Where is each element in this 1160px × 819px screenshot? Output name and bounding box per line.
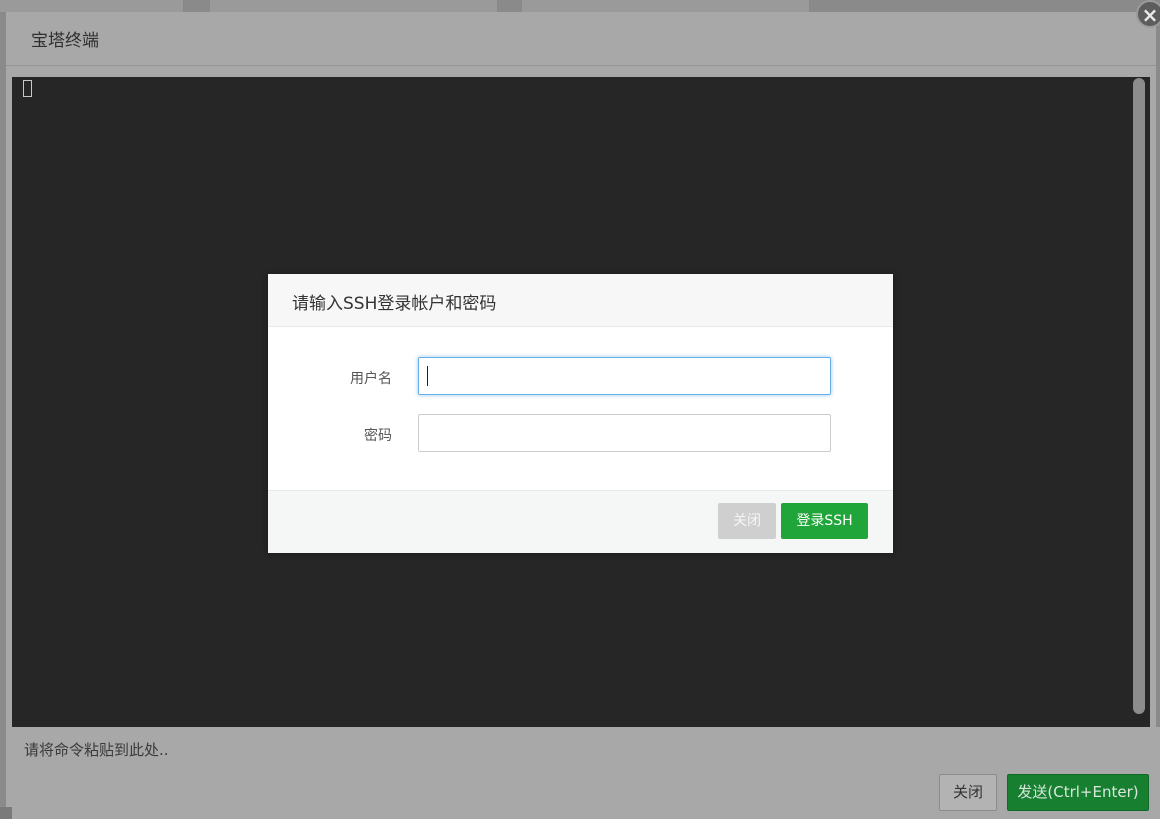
terminal-scrollbar[interactable] — [1133, 78, 1145, 714]
username-input[interactable] — [418, 357, 831, 395]
terminal-cursor — [23, 80, 32, 97]
username-label: 用户名 — [350, 371, 392, 387]
background-strip — [522, 0, 810, 12]
dialog-title: 请输入SSH登录帐户和密码 — [292, 294, 497, 314]
command-input-area[interactable]: 请将命令粘贴到此处.. 关闭 发送(Ctrl+Enter) — [12, 727, 1160, 819]
text-caret — [427, 366, 428, 386]
command-input-placeholder[interactable]: 请将命令粘贴到此处.. — [24, 739, 169, 760]
background-strip — [210, 0, 498, 12]
terminal-title: 宝塔终端 — [31, 31, 99, 51]
terminal-title-bar[interactable]: 宝塔终端 — [6, 12, 1156, 66]
dialog-header: 请输入SSH登录帐户和密码 — [268, 274, 893, 327]
background-strip — [0, 0, 184, 12]
cancel-button[interactable]: 关闭 — [718, 503, 776, 539]
send-command-button[interactable]: 发送(Ctrl+Enter) — [1007, 774, 1149, 811]
dialog-footer: 关闭 登录SSH — [268, 490, 893, 553]
ssh-login-dialog: 请输入SSH登录帐户和密码 用户名 密码 关闭 登录SSH — [268, 274, 893, 553]
terminal-close-button[interactable]: 关闭 — [939, 774, 997, 811]
close-icon[interactable]: × — [1136, 0, 1160, 28]
password-label: 密码 — [364, 428, 392, 444]
login-ssh-button[interactable]: 登录SSH — [781, 503, 868, 539]
password-input[interactable] — [418, 414, 831, 452]
